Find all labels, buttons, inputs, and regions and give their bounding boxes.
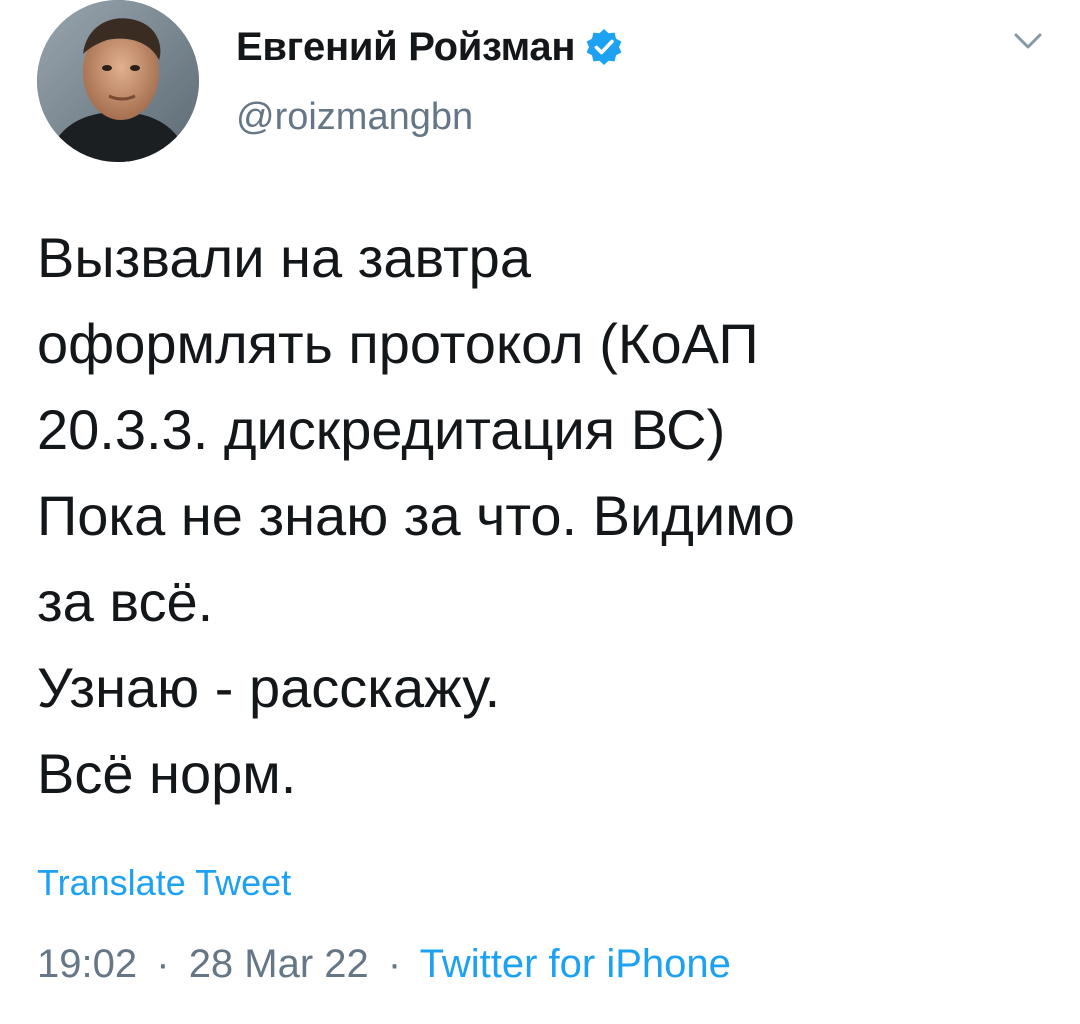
tweet-meta: 19:02 · 28 Mar 22 · Twitter for iPhone: [37, 942, 731, 987]
tweet-line: Пока не знаю за что. Видимо: [37, 484, 795, 547]
verified-badge-icon: [584, 27, 624, 67]
author-name-row: Евгений Ройзман: [236, 22, 624, 72]
translate-tweet-link[interactable]: Translate Tweet: [37, 862, 291, 904]
avatar[interactable]: [37, 0, 199, 162]
tweet-line: Всё норм.: [37, 742, 297, 805]
author-handle[interactable]: @roizmangbn: [236, 96, 473, 139]
meta-separator: ·: [156, 942, 170, 986]
tweet-date[interactable]: 28 Mar 22: [189, 942, 369, 986]
tweet-card: Евгений Ройзман @roizmangbn Вызвали на з…: [0, 0, 1080, 1024]
tweet-line: оформлять протокол (КоАП: [37, 312, 759, 375]
avatar-photo: [37, 0, 199, 162]
tweet-line: Узнаю - расскажу.: [37, 656, 501, 719]
display-name[interactable]: Евгений Ройзман: [236, 25, 576, 70]
tweet-line: за всё.: [37, 570, 214, 633]
tweet-text: Вызвали на завтра оформлять протокол (Ко…: [37, 215, 1047, 817]
tweet-line: Вызвали на завтра: [37, 226, 531, 289]
meta-separator: ·: [387, 942, 402, 986]
chevron-down-icon[interactable]: [1008, 26, 1048, 56]
tweet-source-link[interactable]: Twitter for iPhone: [420, 942, 731, 986]
tweet-line: 20.3.3. дискредитация ВС): [37, 398, 726, 461]
tweet-time[interactable]: 19:02: [37, 942, 137, 986]
